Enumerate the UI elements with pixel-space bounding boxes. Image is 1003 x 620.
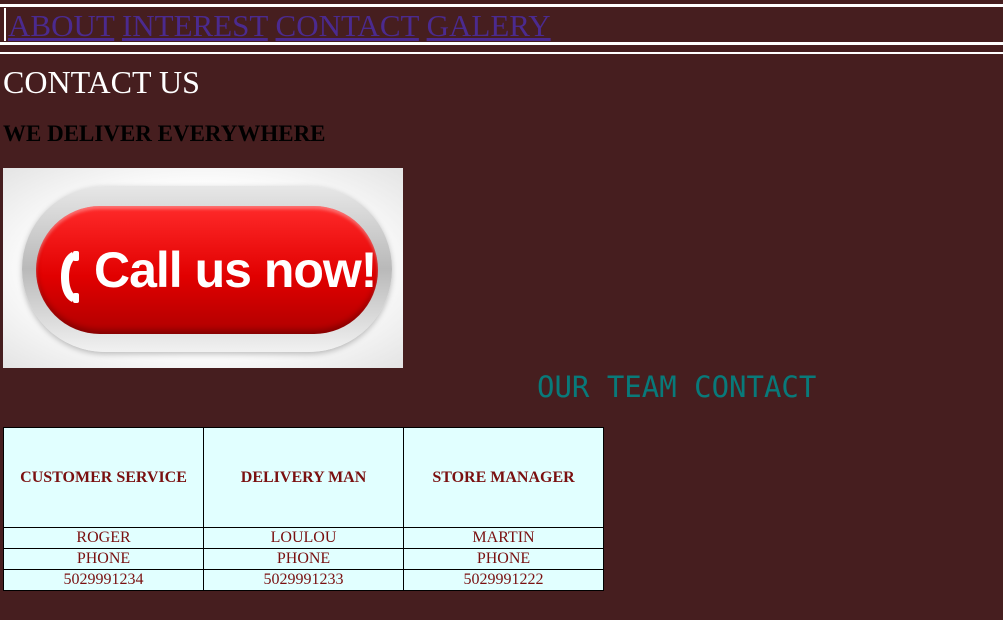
phone-label-cell: PHONE bbox=[2, 548, 205, 570]
phone-label-cell: PHONE bbox=[403, 548, 604, 570]
call-button-face: Call us now! bbox=[36, 206, 378, 334]
header-store-manager: STORE MANAGER bbox=[403, 427, 604, 528]
nav-bar: ABOUT INTEREST CONTACT GALERY bbox=[0, 4, 1003, 45]
page: ABOUT INTEREST CONTACT GALERY CONTACT US… bbox=[0, 0, 1003, 620]
team-contact-table: CUSTOMER SERVICE DELIVERY MAN STORE MANA… bbox=[2, 427, 604, 591]
phone-number-cell: 5029991222 bbox=[403, 569, 604, 591]
nav-links: ABOUT INTEREST CONTACT GALERY bbox=[8, 10, 551, 41]
nav-link-interest[interactable]: INTEREST bbox=[122, 8, 268, 43]
table-row-phone-labels: PHONE PHONE PHONE bbox=[2, 548, 604, 570]
team-contact-heading: OUR TEAM CONTACT bbox=[537, 370, 817, 404]
name-cell: MARTIN bbox=[403, 527, 604, 549]
page-subtitle: WE DELIVER EVERYWHERE bbox=[3, 121, 326, 146]
phone-number-cell: 5029991233 bbox=[203, 569, 405, 591]
phone-icon bbox=[61, 251, 79, 303]
nav-inner-frame: ABOUT INTEREST CONTACT GALERY bbox=[4, 8, 999, 41]
phone-label-cell: PHONE bbox=[203, 548, 405, 570]
table-row-phone-numbers: 5029991234 5029991233 5029991222 bbox=[2, 569, 604, 591]
table-header-row: CUSTOMER SERVICE DELIVERY MAN STORE MANA… bbox=[2, 427, 604, 528]
table-row-names: ROGER LOULOU MARTIN bbox=[2, 527, 604, 549]
call-us-now-banner: Call us now! bbox=[3, 168, 403, 368]
call-us-now-text: Call us now! bbox=[94, 242, 377, 298]
header-delivery-man: DELIVERY MAN bbox=[203, 427, 405, 528]
name-cell: LOULOU bbox=[203, 527, 405, 549]
horizontal-rule bbox=[0, 52, 1003, 54]
page-title: CONTACT US bbox=[3, 64, 200, 100]
phone-number-cell: 5029991234 bbox=[2, 569, 205, 591]
nav-link-galery[interactable]: GALERY bbox=[427, 8, 551, 43]
nav-link-about[interactable]: ABOUT bbox=[8, 8, 114, 43]
header-customer-service: CUSTOMER SERVICE bbox=[2, 427, 205, 528]
call-button-frame: Call us now! bbox=[22, 186, 392, 352]
name-cell: ROGER bbox=[2, 527, 205, 549]
nav-link-contact[interactable]: CONTACT bbox=[276, 8, 419, 43]
